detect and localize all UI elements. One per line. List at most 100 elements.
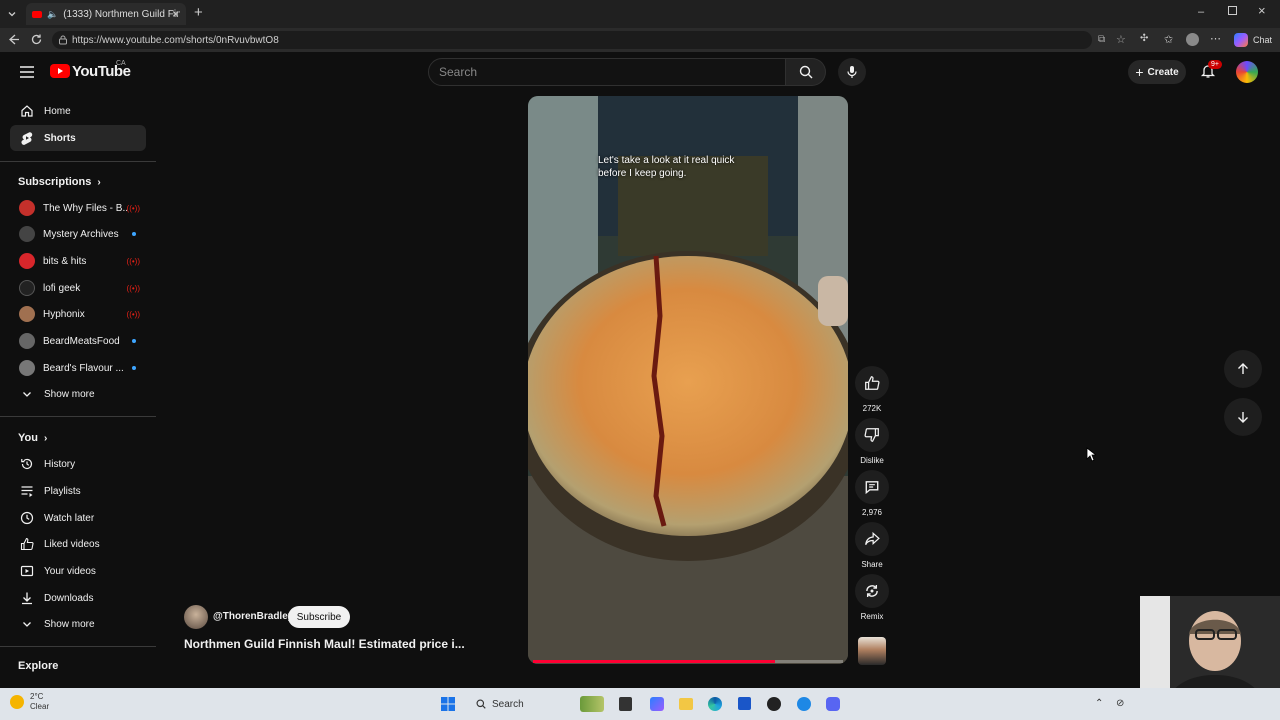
youtube-favicon-icon [32, 10, 42, 18]
sidebar-item-downloads[interactable]: Downloads [10, 585, 146, 611]
like-button[interactable]: 272K [852, 366, 892, 413]
chevron-down-icon [10, 618, 44, 630]
windows-start-icon[interactable] [441, 697, 455, 711]
create-button[interactable]: + Create [1128, 60, 1186, 84]
site-info-icon[interactable] [58, 35, 68, 45]
sidebar-item-your-videos[interactable]: Your videos [10, 558, 146, 584]
new-content-dot [132, 339, 136, 343]
app-available-icon[interactable]: ⧉ [1098, 34, 1105, 45]
edge-browser-icon[interactable] [708, 697, 722, 711]
copilot-taskbar-icon[interactable] [650, 697, 664, 711]
sidebar-item-shorts[interactable]: Shorts [10, 125, 146, 151]
back-icon[interactable] [7, 33, 20, 46]
subscription-item[interactable]: Hyphonix ((•)) [10, 301, 146, 327]
file-explorer-icon[interactable] [679, 698, 693, 710]
new-tab-icon[interactable]: + [194, 4, 203, 21]
address-bar[interactable]: https://www.youtube.com/shorts/0nRvuvbwt… [52, 31, 1092, 49]
voice-search-button[interactable] [838, 58, 866, 86]
sidebar-item-watch-later[interactable]: Watch later [10, 505, 146, 531]
comments-button[interactable]: 2,976 [852, 470, 892, 517]
arrow-up-icon [1236, 362, 1250, 376]
sidebar-item-home[interactable]: Home [10, 98, 146, 124]
tab-menu-chevron-icon[interactable] [6, 8, 18, 20]
subscription-item[interactable]: Beard's Flavour ... [10, 355, 146, 381]
channel-avatar[interactable] [184, 605, 208, 629]
like-count: 272K [862, 404, 882, 413]
tab-close-icon[interactable]: × [172, 7, 179, 21]
copilot-icon[interactable] [1234, 33, 1248, 47]
search-button[interactable] [786, 58, 826, 86]
share-button[interactable]: Share [852, 522, 892, 569]
watch-later-icon [10, 511, 44, 525]
subscription-item[interactable]: BeardMeatsFood [10, 328, 146, 354]
url-text: https://www.youtube.com/shorts/0nRvuvbwt… [72, 34, 279, 46]
discord-icon[interactable] [826, 697, 840, 711]
you-heading[interactable]: You › [18, 432, 47, 444]
chat-label[interactable]: Chat [1253, 35, 1272, 45]
profile-avatar[interactable] [1186, 33, 1199, 46]
chevron-right-icon: › [97, 176, 101, 188]
window-close-icon[interactable]: × [1258, 3, 1266, 18]
search-placeholder: Search [439, 65, 478, 79]
youtube-logo-icon[interactable] [50, 64, 70, 78]
sidebar-item-liked-videos[interactable]: Liked videos [10, 531, 146, 557]
weather-widget[interactable]: 2°C Clear [10, 692, 49, 712]
arrow-down-icon [1236, 410, 1250, 424]
show-more-label: Show more [44, 388, 95, 400]
minimize-icon[interactable]: – [1198, 6, 1204, 18]
browser-menu-icon[interactable]: ⋯ [1210, 32, 1221, 45]
app-icon[interactable] [797, 697, 811, 711]
channel-avatar [19, 280, 35, 296]
microsoft-store-icon[interactable] [738, 697, 751, 710]
remix-label: Remix [860, 612, 884, 621]
explore-heading: Explore [18, 660, 59, 672]
liked-videos-icon [10, 537, 44, 551]
favorites-icon[interactable]: ✩ [1164, 33, 1173, 46]
sound-thumbnail[interactable] [858, 637, 886, 665]
maximize-icon[interactable] [1228, 6, 1237, 15]
extensions-icon[interactable]: ✣ [1140, 33, 1148, 44]
speaker-icon[interactable]: 🔈 [47, 9, 58, 20]
share-icon [855, 522, 889, 556]
history-icon [10, 457, 44, 471]
share-label: Share [861, 560, 883, 569]
tab-title: (1333) Northmen Guild Finnis [63, 8, 180, 20]
subscription-item[interactable]: Mystery Archives [10, 221, 146, 247]
channel-handle[interactable]: @ThorenBradley [213, 611, 293, 622]
sidebar-item-history[interactable]: History [10, 451, 146, 477]
browser-tab[interactable]: 🔈 (1333) Northmen Guild Finnis [26, 3, 186, 25]
app-icon[interactable] [767, 697, 781, 711]
task-view-icon[interactable] [619, 697, 632, 711]
search-input[interactable]: Search [428, 58, 786, 86]
previous-short-button[interactable] [1224, 350, 1262, 388]
sidebar-item-label: Playlists [44, 485, 81, 497]
account-avatar[interactable] [1236, 61, 1258, 83]
subscription-item[interactable]: lofi geek ((•)) [10, 275, 146, 301]
dislike-label: Dislike [860, 456, 884, 465]
hamburger-menu-icon[interactable] [19, 65, 35, 79]
show-more-subscriptions[interactable]: Show more [10, 381, 146, 407]
show-more-you[interactable]: Show more [10, 611, 146, 637]
next-short-button[interactable] [1224, 398, 1262, 436]
thumbs-up-icon [855, 366, 889, 400]
weather-sun-icon [10, 695, 24, 709]
sidebar-item-label: Watch later [44, 512, 95, 524]
remix-button[interactable]: Remix [852, 574, 892, 621]
favorite-star-icon[interactable]: ☆ [1116, 33, 1126, 46]
subscriptions-title: Subscriptions [18, 176, 92, 188]
shorts-video-player[interactable] [528, 96, 848, 664]
widgets-icon[interactable] [580, 696, 604, 712]
tray-overflow-icon[interactable]: ⌃ [1095, 698, 1103, 709]
subscription-item[interactable]: The Why Files - B... ((•)) [10, 195, 146, 221]
tray-app-icon[interactable]: ⊘ [1116, 698, 1124, 709]
short-title[interactable]: Northmen Guild Finnish Maul! Estimated p… [184, 637, 465, 651]
dislike-button[interactable]: Dislike [852, 418, 892, 465]
reload-icon[interactable] [30, 33, 43, 46]
channel-name: BeardMeatsFood [43, 335, 120, 347]
subscriptions-heading[interactable]: Subscriptions › [18, 176, 101, 188]
sidebar-item-playlists[interactable]: Playlists [10, 478, 146, 504]
subscribe-button[interactable]: Subscribe [288, 606, 350, 628]
weather-desc: Clear [30, 702, 50, 711]
subscription-item[interactable]: bits & hits ((•)) [10, 248, 146, 274]
taskbar-search[interactable]: Search [470, 695, 570, 713]
